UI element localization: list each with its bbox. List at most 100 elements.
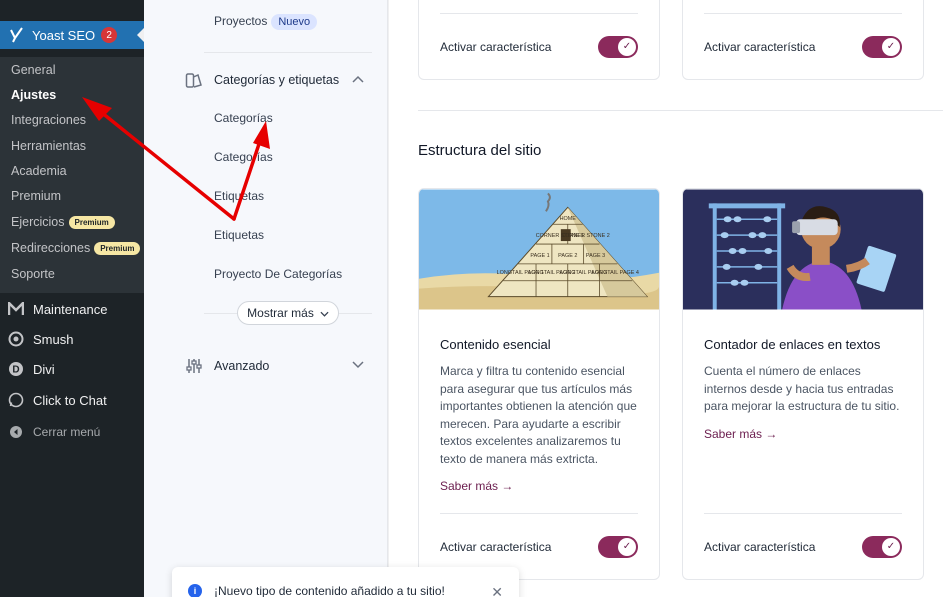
- menu-label: Maintenance: [33, 301, 108, 317]
- feature-toggle[interactable]: ✓: [862, 535, 902, 558]
- premium-badge: Premium: [94, 241, 141, 255]
- card-description: Marca y filtra tu contenido esencial par…: [440, 364, 637, 466]
- learn-more-link[interactable]: Saber más →: [704, 427, 777, 441]
- submenu-label: Ejercicios: [11, 215, 65, 229]
- nav-link-etiquetas-2[interactable]: Etiquetas: [214, 228, 264, 242]
- feature-card-cornerstone: HOME CORNER STONE 1 CORNER STONE 2 PAGE …: [418, 188, 660, 580]
- check-icon: ✓: [618, 537, 636, 556]
- feature-toggle[interactable]: ✓: [862, 35, 902, 58]
- whatsapp-icon: [7, 391, 25, 409]
- svg-text:D: D: [12, 365, 19, 376]
- pyramid-label-page-1: PAGE 1: [530, 253, 549, 259]
- main-content: Activar característica ✓ Activar caracte…: [389, 0, 943, 597]
- submenu-academia[interactable]: Academia: [11, 164, 67, 178]
- smush-icon: [7, 330, 25, 348]
- check-icon: ✓: [882, 537, 900, 556]
- nav-group-categorias[interactable]: Categorías y etiquetas: [184, 70, 364, 90]
- info-icon: i: [188, 584, 202, 597]
- feature-toggle[interactable]: ✓: [598, 35, 638, 58]
- pyramid-illustration: HOME CORNER STONE 1 CORNER STONE 2 PAGE …: [419, 189, 659, 310]
- submenu-label: Premium: [11, 189, 62, 203]
- tags-icon: [184, 70, 204, 90]
- new-badge: Nuevo: [271, 14, 318, 30]
- pyramid-label-page-3: PAGE 3: [586, 253, 605, 259]
- nav-link-proyectos[interactable]: Proyectos Nuevo: [214, 14, 318, 30]
- toggle-label: Activar característica: [704, 39, 816, 54]
- premium-badge: Premium: [68, 215, 115, 229]
- toggle-label: Activar característica: [704, 539, 816, 554]
- submenu-label: General: [11, 63, 56, 77]
- nav-link-label: Etiquetas: [214, 189, 265, 203]
- yoast-submenu: General Ajustes Integraciones Herramient…: [0, 57, 144, 293]
- menu-label: Click to Chat: [33, 392, 107, 408]
- card-body: Contenido esencial Marca y filtra tu con…: [419, 337, 659, 495]
- pyramid-label-home: HOME: [560, 216, 577, 222]
- menu-maintenance[interactable]: Maintenance: [0, 295, 144, 323]
- nav-group-label: Categorías y etiquetas: [214, 73, 340, 87]
- submenu-label: Redirecciones: [11, 241, 91, 255]
- submenu-label: Soporte: [11, 267, 55, 281]
- menu-label: Divi: [33, 361, 55, 377]
- close-icon[interactable]: ✕: [491, 584, 503, 597]
- nav-group-avanzado[interactable]: Avanzado: [184, 356, 364, 376]
- nav-link-categorias-2[interactable]: Categorías: [214, 150, 273, 164]
- settings-nav: Proyectos Nuevo Categorías y etiquetas Ca…: [144, 0, 388, 597]
- feature-card-link-counter: Contador de enlaces en textos Cuenta el …: [682, 188, 924, 580]
- toggle-label: Activar característica: [440, 39, 552, 54]
- menu-divi[interactable]: D Divi: [0, 355, 144, 383]
- nav-divider: [204, 52, 372, 53]
- check-icon: ✓: [618, 37, 636, 56]
- card-title: Contenido esencial: [440, 337, 551, 352]
- submenu-ajustes[interactable]: Ajustes: [11, 88, 56, 102]
- notification-badge: 2: [101, 27, 118, 43]
- section-divider: [418, 110, 943, 111]
- divi-icon: D: [7, 360, 25, 378]
- card-description: Cuenta el número de enlaces internos des…: [704, 364, 900, 413]
- submenu-label: Ajustes: [11, 88, 57, 102]
- nav-group-label: Avanzado: [214, 359, 270, 373]
- nav-link-categorias-1[interactable]: Categorías: [214, 111, 273, 125]
- submenu-redirecciones[interactable]: Redirecciones Premium: [11, 241, 141, 255]
- card-footer: Activar característica ✓: [704, 13, 902, 79]
- link-counter-illustration: [683, 189, 923, 310]
- submenu-soporte[interactable]: Soporte: [11, 267, 55, 281]
- pyramid-label-longtail-4: LONGTAIL PAGE 4: [592, 270, 639, 276]
- maintenance-icon: [7, 300, 25, 318]
- nav-link-label: Categorías: [214, 150, 273, 164]
- notification-toast: i ¡Nuevo tipo de contenido añadido a tu …: [172, 567, 519, 597]
- submenu-label: Academia: [11, 164, 67, 178]
- nav-link-label: Categorías: [214, 111, 273, 125]
- show-more-label: Mostrar más: [247, 306, 314, 320]
- pyramid-label-cornerstone-2: CORNER STONE 2: [561, 233, 609, 239]
- menu-yoast-seo[interactable]: Yoast SEO 2: [0, 21, 144, 49]
- submenu-integraciones[interactable]: Integraciones: [11, 113, 86, 127]
- chevron-down-icon: [352, 360, 364, 372]
- sliders-icon: [184, 356, 204, 376]
- nav-link-label: Etiquetas: [214, 228, 265, 242]
- toast-message: ¡Nuevo tipo de contenido añadido a tu si…: [214, 584, 445, 597]
- learn-more-link[interactable]: Saber más →: [440, 479, 513, 493]
- show-more-button[interactable]: Mostrar más: [237, 301, 339, 325]
- collapse-icon: [7, 423, 25, 441]
- card-body: Contador de enlaces en textos Cuenta el …: [683, 337, 923, 443]
- yoast-icon: [8, 26, 26, 44]
- collapse-menu-button[interactable]: Cerrar menú: [0, 418, 144, 446]
- submenu-general[interactable]: General: [11, 63, 55, 77]
- menu-smush[interactable]: Smush: [0, 325, 144, 353]
- card-footer: Activar característica ✓: [440, 13, 638, 79]
- collapse-label: Cerrar menú: [33, 425, 101, 439]
- nav-link-proyecto-categorias[interactable]: Proyecto De Categorías: [214, 267, 342, 281]
- menu-click-to-chat[interactable]: Click to Chat: [0, 386, 144, 414]
- submenu-herramientas[interactable]: Herramientas: [11, 139, 86, 153]
- check-icon: ✓: [882, 37, 900, 56]
- chevron-down-icon: [320, 306, 329, 320]
- feature-card-top-right: Activar característica ✓: [682, 0, 924, 80]
- submenu-ejercicios[interactable]: Ejercicios Premium: [11, 215, 115, 229]
- nav-link-label: Proyectos: [214, 14, 268, 28]
- menu-label: Smush: [33, 331, 74, 347]
- card-title: Contador de enlaces en textos: [704, 337, 881, 352]
- toggle-label: Activar característica: [440, 539, 552, 554]
- submenu-premium[interactable]: Premium: [11, 189, 61, 203]
- nav-link-etiquetas-1[interactable]: Etiquetas: [214, 189, 264, 203]
- feature-toggle[interactable]: ✓: [598, 535, 638, 558]
